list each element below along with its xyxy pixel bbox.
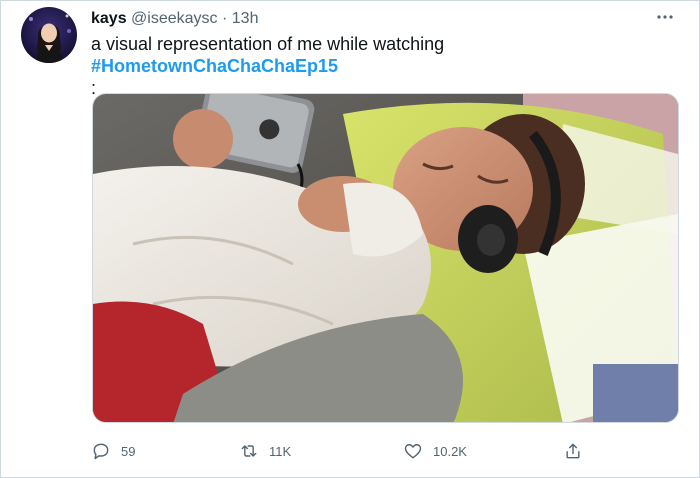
photo-illustration — [93, 94, 678, 422]
like-icon — [404, 444, 422, 459]
retweet-button[interactable]: 11K — [239, 437, 291, 465]
reply-button[interactable]: 59 — [91, 437, 135, 465]
tweet-text: a visual representation of me while watc… — [91, 33, 679, 99]
like-count: 10.2K — [433, 443, 467, 459]
tweet-header: kays @iseekaysc · 13h — [91, 9, 639, 29]
tweet-text-main: a visual representation of me while watc… — [91, 34, 445, 54]
like-button[interactable]: 10.2K — [403, 437, 467, 465]
hashtag-link[interactable]: #HometownChaChaChaEp15 — [91, 56, 338, 76]
tweet-photo[interactable] — [92, 93, 679, 423]
tweet-card: kays @iseekaysc · 13h a visual represent… — [0, 0, 700, 478]
more-icon — [657, 15, 673, 19]
tweet-text-colon: : — [91, 78, 97, 98]
avatar-image — [21, 7, 77, 63]
reply-count: 59 — [121, 443, 136, 459]
tweet-actions: 59 11K 10.2K — [91, 437, 591, 465]
share-button[interactable] — [563, 437, 583, 465]
avatar[interactable] — [21, 7, 77, 63]
separator-dot: · — [222, 10, 228, 27]
retweet-icon — [241, 445, 257, 457]
tweet-time[interactable]: 13h — [232, 10, 259, 27]
share-icon — [566, 443, 580, 459]
retweet-count: 11K — [269, 443, 292, 459]
reply-icon — [93, 443, 109, 460]
author-handle[interactable]: @iseekaysc — [131, 10, 218, 27]
author-name[interactable]: kays — [91, 10, 127, 27]
more-button[interactable] — [653, 5, 677, 29]
